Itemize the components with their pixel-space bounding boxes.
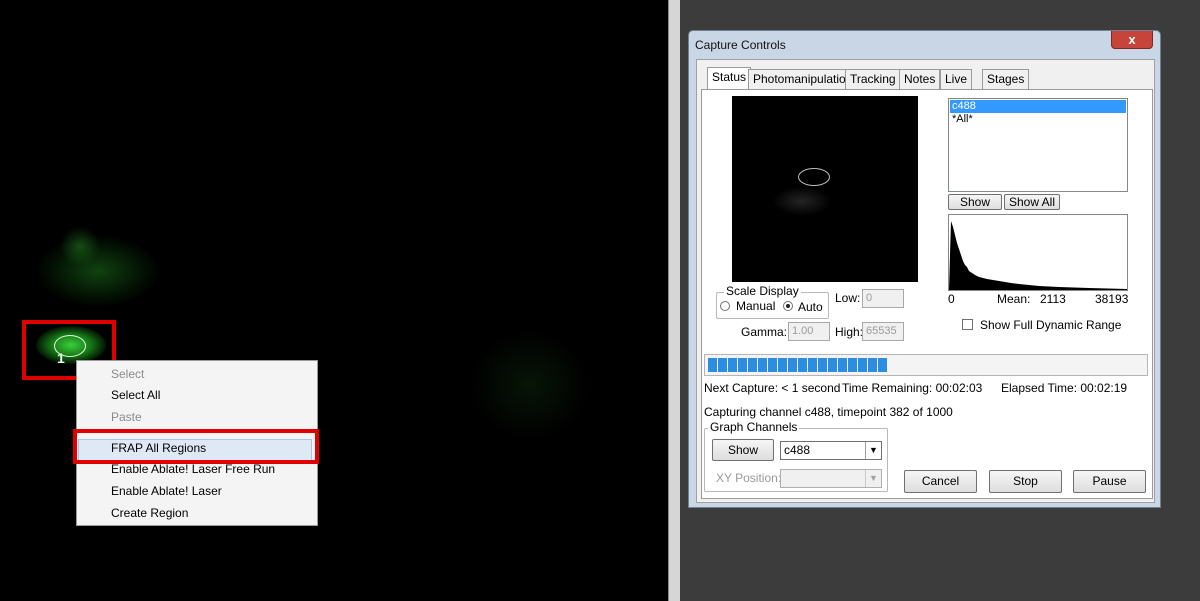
- graph-channel-value: c488: [784, 443, 811, 457]
- progress-segment: [748, 358, 757, 372]
- graph-show-button[interactable]: Show: [712, 439, 774, 461]
- channel-list-item[interactable]: *All*: [952, 113, 973, 126]
- chevron-down-icon[interactable]: ▼: [865, 442, 881, 459]
- progress-segment: [708, 358, 717, 372]
- show-full-dynamic-range-label: Show Full Dynamic Range: [980, 318, 1122, 332]
- show-full-dynamic-range-checkbox[interactable]: [962, 319, 973, 330]
- histogram-plot: [949, 221, 1127, 290]
- manual-label: Manual: [736, 299, 776, 313]
- tab-tracking[interactable]: Tracking: [845, 69, 901, 89]
- progress-segment: [738, 358, 747, 372]
- highlight-box-menu-item: [73, 429, 319, 464]
- capture-progress-bar: [704, 354, 1148, 376]
- tab-notes[interactable]: Notes: [899, 69, 941, 89]
- preview-image[interactable]: [732, 96, 918, 282]
- scale-display-title: Scale Display: [724, 284, 801, 298]
- status-tab-panel: c488 *All* Show Show All 0 Mean: 2113 38…: [701, 89, 1153, 499]
- progress-segment: [848, 358, 857, 372]
- high-input[interactable]: 65535: [862, 322, 904, 341]
- cancel-button[interactable]: Cancel: [904, 470, 977, 493]
- histogram-max: 38193: [1095, 292, 1129, 306]
- image-viewer[interactable]: 1 Select Select All Paste FRAP All Regio…: [0, 0, 668, 601]
- high-label: High:: [835, 325, 864, 339]
- gamma-label: Gamma:: [741, 325, 788, 339]
- gamma-input[interactable]: 1.00: [788, 322, 830, 341]
- graph-channels-title: Graph Channels: [708, 420, 800, 434]
- show-channel-button[interactable]: Show: [948, 194, 1002, 210]
- preview-region-ellipse: [798, 168, 830, 186]
- cell-faint-2: [60, 226, 100, 266]
- stop-button[interactable]: Stop: [989, 470, 1062, 493]
- tab-status[interactable]: Status: [707, 67, 752, 90]
- show-all-button[interactable]: Show All: [1004, 194, 1060, 210]
- xy-position-select[interactable]: ▼: [780, 469, 882, 488]
- histogram-mean-value: 2113: [1040, 292, 1066, 306]
- tab-live[interactable]: Live: [940, 69, 973, 89]
- progress-segment: [788, 358, 797, 372]
- progress-segment: [758, 358, 767, 372]
- progress-segment: [728, 358, 737, 372]
- progress-segment: [808, 358, 817, 372]
- capture-controls-window: Capture Controls x Status Photomanipulat…: [688, 30, 1161, 508]
- manual-radio[interactable]: [720, 301, 730, 311]
- progress-segment: [718, 358, 727, 372]
- progress-segment: [768, 358, 777, 372]
- progress-fill: [706, 355, 1146, 375]
- histogram-mean-label: Mean:: [997, 292, 1031, 306]
- auto-radio[interactable]: [783, 301, 793, 311]
- menu-item-enable-ablate-laser[interactable]: Enable Ablate! Laser: [111, 484, 222, 498]
- histogram-area: [949, 221, 1127, 290]
- channel-list[interactable]: c488 *All*: [948, 98, 1128, 192]
- auto-label: Auto: [798, 300, 823, 314]
- progress-segment: [798, 358, 807, 372]
- tab-photomanipulation[interactable]: Photomanipulation: [748, 69, 858, 89]
- progress-segment: [838, 358, 847, 372]
- menu-item-enable-ablate-free-run[interactable]: Enable Ablate! Laser Free Run: [111, 462, 275, 476]
- channel-list-item-selected[interactable]: c488: [950, 100, 1126, 113]
- xy-position-label: XY Position:: [716, 471, 782, 485]
- time-remaining-text: Time Remaining: 00:02:03: [842, 381, 983, 395]
- preview-cell: [772, 186, 832, 216]
- progress-segment: [818, 358, 827, 372]
- low-input[interactable]: 0: [862, 289, 904, 308]
- close-icon: x: [1128, 32, 1136, 47]
- histogram: [948, 214, 1128, 291]
- progress-segment: [878, 358, 887, 372]
- window-title: Capture Controls: [695, 38, 786, 52]
- menu-item-select-all[interactable]: Select All: [111, 388, 160, 402]
- menu-item-create-region[interactable]: Create Region: [111, 506, 188, 520]
- pause-button[interactable]: Pause: [1073, 470, 1146, 493]
- progress-segment: [828, 358, 837, 372]
- low-label: Low:: [835, 291, 861, 305]
- menu-item-select[interactable]: Select: [111, 367, 144, 381]
- menu-item-paste[interactable]: Paste: [111, 410, 142, 424]
- progress-segment: [858, 358, 867, 372]
- elapsed-time-text: Elapsed Time: 00:02:19: [1001, 381, 1128, 395]
- tab-stages[interactable]: Stages: [982, 69, 1030, 89]
- next-capture-text: Next Capture: < 1 second: [704, 381, 841, 395]
- cell-faint-3: [470, 330, 590, 440]
- close-button[interactable]: x: [1111, 31, 1153, 49]
- capturing-status-text: Capturing channel c488, timepoint 382 of…: [704, 405, 953, 419]
- graph-channel-select[interactable]: c488 ▼: [780, 441, 882, 460]
- chevron-down-icon[interactable]: ▼: [865, 470, 881, 487]
- progress-segment: [778, 358, 787, 372]
- histogram-min: 0: [948, 292, 955, 306]
- progress-segment: [868, 358, 877, 372]
